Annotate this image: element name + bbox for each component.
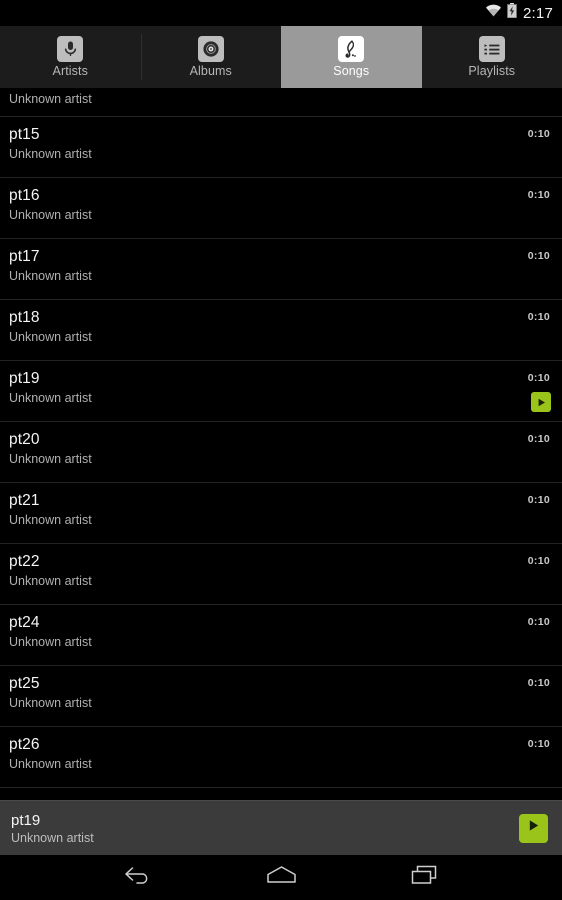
song-artist: Unknown artist bbox=[9, 147, 92, 161]
song-title: pt17 bbox=[9, 248, 40, 265]
song-duration: 0:10 bbox=[527, 494, 550, 506]
music-app-screen: 2:17 Artists Albums Songs Playlists Unkn… bbox=[0, 0, 562, 900]
list-item[interactable]: pt21 Unknown artist 0:10 bbox=[0, 483, 562, 544]
song-title: pt24 bbox=[9, 614, 40, 631]
song-title: pt15 bbox=[9, 126, 40, 143]
now-playing-title: pt19 bbox=[11, 811, 41, 829]
list-item[interactable]: pt15 Unknown artist 0:10 bbox=[0, 117, 562, 178]
recent-apps-button[interactable] bbox=[402, 861, 448, 895]
now-playing-text-group: pt19 Unknown artist bbox=[11, 811, 519, 846]
now-playing-bar[interactable]: pt19 Unknown artist bbox=[0, 800, 562, 855]
recent-apps-icon bbox=[410, 864, 440, 891]
list-item[interactable]: pt18 Unknown artist 0:10 bbox=[0, 300, 562, 361]
song-artist: Unknown artist bbox=[9, 92, 92, 106]
tab-label-artists: Artists bbox=[52, 64, 88, 78]
song-title: pt25 bbox=[9, 675, 40, 692]
home-button[interactable] bbox=[258, 861, 304, 895]
status-bar-clock: 2:17 bbox=[523, 4, 553, 22]
song-title: pt22 bbox=[9, 553, 40, 570]
tab-label-songs: Songs bbox=[333, 64, 370, 78]
song-artist: Unknown artist bbox=[9, 574, 92, 588]
song-title: pt26 bbox=[9, 736, 40, 753]
song-duration: 0:10 bbox=[527, 433, 550, 445]
list-item[interactable]: pt25 Unknown artist 0:10 bbox=[0, 666, 562, 727]
tab-bar: Artists Albums Songs Playlists bbox=[0, 26, 562, 89]
play-pause-button[interactable] bbox=[519, 813, 548, 843]
song-artist: Unknown artist bbox=[9, 208, 92, 222]
status-icon-group bbox=[485, 3, 517, 23]
song-title: pt18 bbox=[9, 309, 40, 326]
now-playing-indicator-icon bbox=[531, 392, 551, 412]
song-artist: Unknown artist bbox=[9, 757, 92, 771]
song-artist: Unknown artist bbox=[9, 635, 92, 649]
list-item[interactable]: pt16 Unknown artist 0:10 bbox=[0, 178, 562, 239]
disc-icon bbox=[197, 36, 224, 62]
play-icon bbox=[526, 818, 541, 838]
tab-playlists[interactable]: Playlists bbox=[421, 26, 562, 88]
list-item-partial[interactable]: Unknown artist bbox=[0, 91, 562, 117]
song-title: pt20 bbox=[9, 431, 40, 448]
now-playing-artist: Unknown artist bbox=[11, 830, 94, 845]
wifi-icon bbox=[485, 4, 502, 22]
song-title: pt19 bbox=[9, 370, 40, 387]
tab-label-playlists: Playlists bbox=[468, 64, 516, 78]
home-icon bbox=[265, 864, 298, 891]
song-duration: 0:10 bbox=[527, 372, 550, 384]
battery-charging-icon bbox=[507, 3, 517, 23]
list-item[interactable]: pt24 Unknown artist 0:10 bbox=[0, 605, 562, 666]
tab-albums[interactable]: Albums bbox=[140, 26, 281, 88]
song-artist: Unknown artist bbox=[9, 330, 92, 344]
song-duration: 0:10 bbox=[527, 250, 550, 262]
list-item[interactable]: pt26 Unknown artist 0:10 bbox=[0, 727, 562, 788]
tab-label-albums: Albums bbox=[189, 64, 232, 78]
list-icon bbox=[478, 36, 505, 62]
song-artist: Unknown artist bbox=[9, 513, 92, 527]
status-bar: 2:17 bbox=[0, 0, 562, 26]
list-item-now-playing[interactable]: pt19 Unknown artist 0:10 bbox=[0, 361, 562, 422]
system-navigation-bar bbox=[0, 855, 562, 900]
song-duration: 0:10 bbox=[527, 128, 550, 140]
song-artist: Unknown artist bbox=[9, 452, 92, 466]
song-duration: 0:10 bbox=[527, 311, 550, 323]
song-artist: Unknown artist bbox=[9, 269, 92, 283]
song-artist: Unknown artist bbox=[9, 696, 92, 710]
song-list[interactable]: Unknown artist pt15 Unknown artist 0:10 … bbox=[0, 89, 562, 800]
list-item[interactable]: pt22 Unknown artist 0:10 bbox=[0, 544, 562, 605]
song-title: pt21 bbox=[9, 492, 40, 509]
tab-artists[interactable]: Artists bbox=[0, 26, 141, 88]
song-duration: 0:10 bbox=[527, 616, 550, 628]
song-artist: Unknown artist bbox=[9, 391, 92, 405]
list-item[interactable]: pt20 Unknown artist 0:10 bbox=[0, 422, 562, 483]
song-duration: 0:10 bbox=[527, 555, 550, 567]
back-arrow-icon bbox=[122, 864, 153, 891]
microphone-icon bbox=[57, 36, 84, 62]
song-duration: 0:10 bbox=[527, 189, 550, 201]
song-title: pt16 bbox=[9, 187, 40, 204]
song-duration: 0:10 bbox=[527, 677, 550, 689]
tab-songs[interactable]: Songs bbox=[281, 26, 422, 88]
music-note-icon bbox=[338, 36, 365, 62]
song-duration: 0:10 bbox=[527, 738, 550, 750]
back-button[interactable] bbox=[114, 861, 160, 895]
list-item[interactable]: pt17 Unknown artist 0:10 bbox=[0, 239, 562, 300]
